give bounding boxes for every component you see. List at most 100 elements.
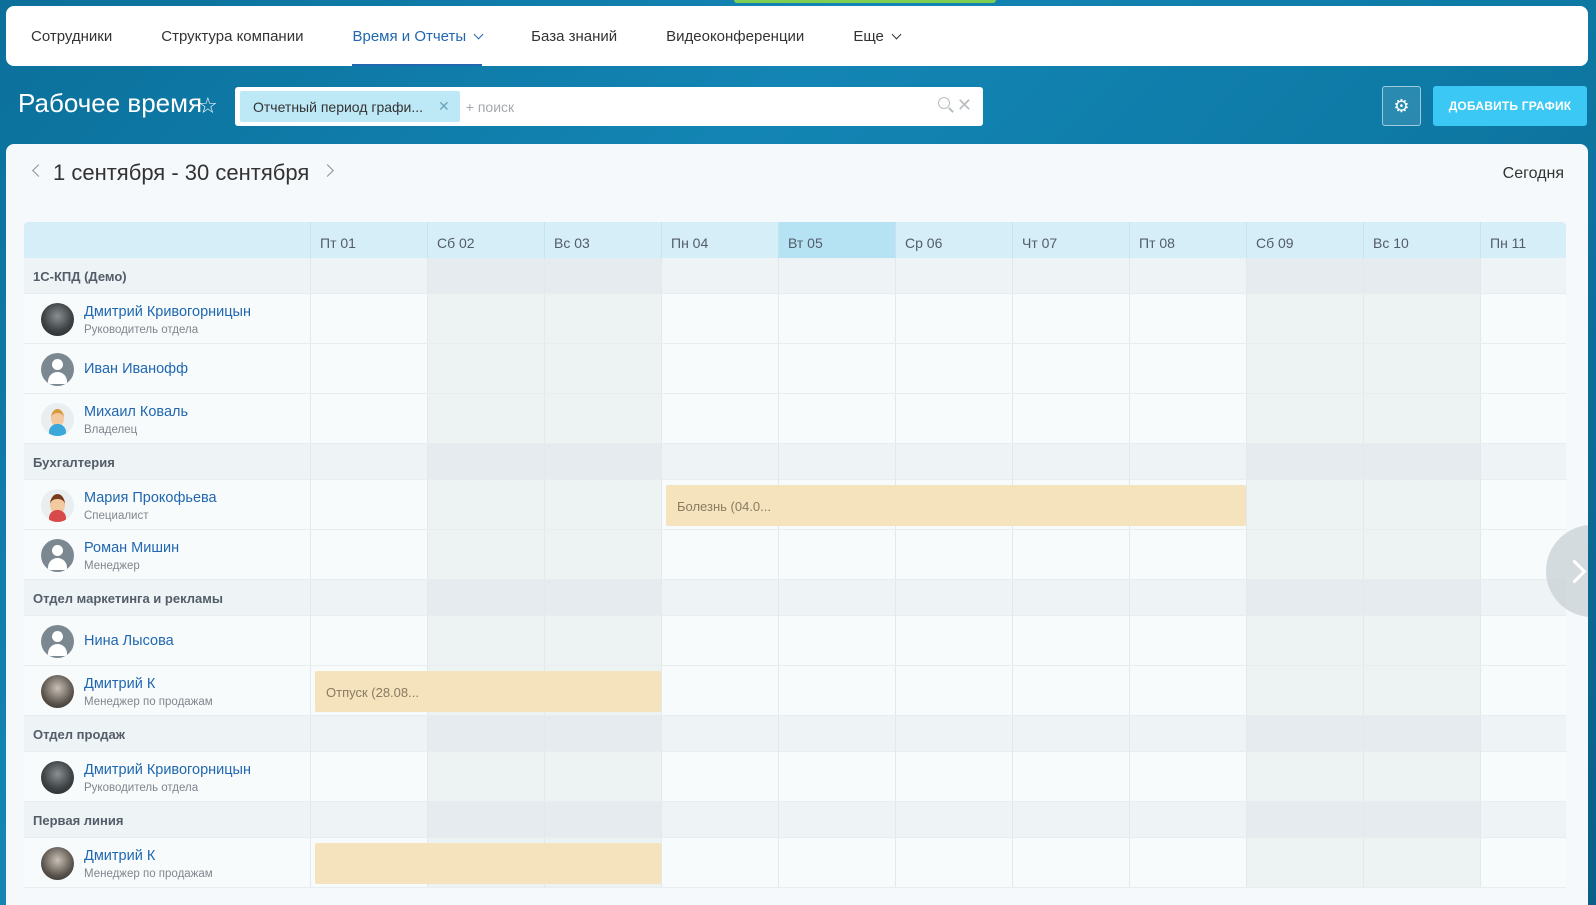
day-cell[interactable]	[1012, 838, 1129, 887]
day-cell[interactable]	[778, 394, 895, 443]
avatar[interactable]	[41, 539, 74, 572]
nav-item-4[interactable]: Видеоконференции	[666, 6, 804, 66]
day-cell[interactable]	[1129, 802, 1246, 837]
search-input[interactable]: + поиск	[466, 99, 514, 115]
day-cell[interactable]	[1129, 394, 1246, 443]
day-cell[interactable]	[1012, 666, 1129, 715]
day-cell[interactable]	[661, 530, 778, 579]
day-cell[interactable]	[427, 444, 544, 479]
nav-item-5[interactable]: Еще	[853, 6, 902, 66]
chip-close-icon[interactable]: ✕	[438, 98, 450, 115]
day-cell[interactable]	[1012, 616, 1129, 665]
day-cell[interactable]	[661, 838, 778, 887]
day-cell[interactable]	[895, 580, 1012, 615]
day-cell[interactable]	[778, 344, 895, 393]
avatar[interactable]	[41, 625, 74, 658]
day-cell[interactable]	[1363, 616, 1480, 665]
day-cell[interactable]	[544, 716, 661, 751]
person-name-link[interactable]: Мария Прокофьева	[84, 490, 217, 506]
day-cell[interactable]	[310, 480, 427, 529]
day-cell[interactable]	[1480, 666, 1540, 715]
chevron-left-icon[interactable]	[32, 164, 45, 177]
day-cell[interactable]	[427, 580, 544, 615]
day-cell[interactable]	[1129, 838, 1246, 887]
day-cell[interactable]	[1246, 838, 1363, 887]
person-name-link[interactable]: Дмитрий Кривогорницын	[84, 762, 251, 778]
avatar[interactable]	[41, 303, 74, 336]
day-cell[interactable]	[778, 616, 895, 665]
day-cell[interactable]	[310, 258, 427, 293]
avatar[interactable]	[41, 353, 74, 386]
day-cell[interactable]	[895, 344, 1012, 393]
day-cell[interactable]	[1363, 258, 1480, 293]
day-cell[interactable]	[778, 666, 895, 715]
person-name-link[interactable]: Дмитрий К	[84, 676, 155, 692]
day-cell[interactable]	[544, 580, 661, 615]
day-cell[interactable]	[895, 802, 1012, 837]
day-cell[interactable]	[1363, 838, 1480, 887]
star-icon[interactable]: ☆	[198, 93, 218, 119]
day-cell[interactable]	[310, 802, 427, 837]
day-cell[interactable]	[1246, 258, 1363, 293]
day-cell[interactable]	[544, 294, 661, 343]
day-cell[interactable]	[427, 752, 544, 801]
day-cell[interactable]	[310, 616, 427, 665]
settings-button[interactable]: ⚙	[1382, 86, 1421, 126]
day-cell[interactable]	[661, 666, 778, 715]
day-cell[interactable]	[1129, 666, 1246, 715]
day-cell[interactable]	[661, 716, 778, 751]
day-cell[interactable]	[778, 838, 895, 887]
day-cell[interactable]	[1246, 444, 1363, 479]
day-cell[interactable]	[778, 802, 895, 837]
day-cell[interactable]	[310, 716, 427, 751]
day-cell[interactable]	[1480, 394, 1540, 443]
day-cell[interactable]	[661, 802, 778, 837]
day-cell[interactable]	[1129, 294, 1246, 343]
day-cell[interactable]	[310, 344, 427, 393]
avatar[interactable]	[41, 489, 74, 522]
person-name-link[interactable]: Иван Иванофф	[84, 361, 188, 377]
clear-icon[interactable]: ✕	[957, 95, 972, 116]
day-cell[interactable]	[1363, 666, 1480, 715]
day-cell[interactable]	[1246, 480, 1363, 529]
person-name-link[interactable]: Роман Мишин	[84, 540, 179, 556]
day-cell[interactable]	[1363, 394, 1480, 443]
day-cell[interactable]	[544, 616, 661, 665]
avatar[interactable]	[41, 403, 74, 436]
day-cell[interactable]	[1480, 294, 1540, 343]
day-cell[interactable]	[1012, 394, 1129, 443]
today-button[interactable]: Сегодня	[1503, 165, 1564, 183]
day-cell[interactable]	[1480, 580, 1540, 615]
day-cell[interactable]	[544, 258, 661, 293]
avatar[interactable]	[41, 761, 74, 794]
day-cell[interactable]	[1012, 752, 1129, 801]
day-cell[interactable]	[778, 716, 895, 751]
day-cell[interactable]	[310, 530, 427, 579]
day-cell[interactable]	[1246, 666, 1363, 715]
day-cell[interactable]	[1480, 480, 1540, 529]
day-cell[interactable]	[544, 344, 661, 393]
day-cell[interactable]	[1012, 344, 1129, 393]
avatar[interactable]	[41, 847, 74, 880]
day-cell[interactable]	[310, 394, 427, 443]
day-cell[interactable]	[1363, 444, 1480, 479]
chevron-right-icon[interactable]	[321, 164, 334, 177]
day-cell[interactable]	[778, 258, 895, 293]
day-cell[interactable]	[661, 394, 778, 443]
day-cell[interactable]	[1246, 580, 1363, 615]
day-cell[interactable]	[661, 752, 778, 801]
day-cell[interactable]	[1363, 716, 1480, 751]
person-name-link[interactable]: Дмитрий К	[84, 848, 155, 864]
day-cell[interactable]	[544, 480, 661, 529]
day-cell[interactable]	[1012, 802, 1129, 837]
person-name-link[interactable]: Нина Лысова	[84, 633, 174, 649]
day-cell[interactable]	[1129, 530, 1246, 579]
day-cell[interactable]	[427, 344, 544, 393]
day-cell[interactable]	[895, 616, 1012, 665]
day-cell[interactable]	[1246, 394, 1363, 443]
day-cell[interactable]	[1129, 752, 1246, 801]
day-cell[interactable]	[427, 258, 544, 293]
day-cell[interactable]	[1012, 580, 1129, 615]
day-cell[interactable]	[895, 838, 1012, 887]
day-cell[interactable]	[895, 258, 1012, 293]
